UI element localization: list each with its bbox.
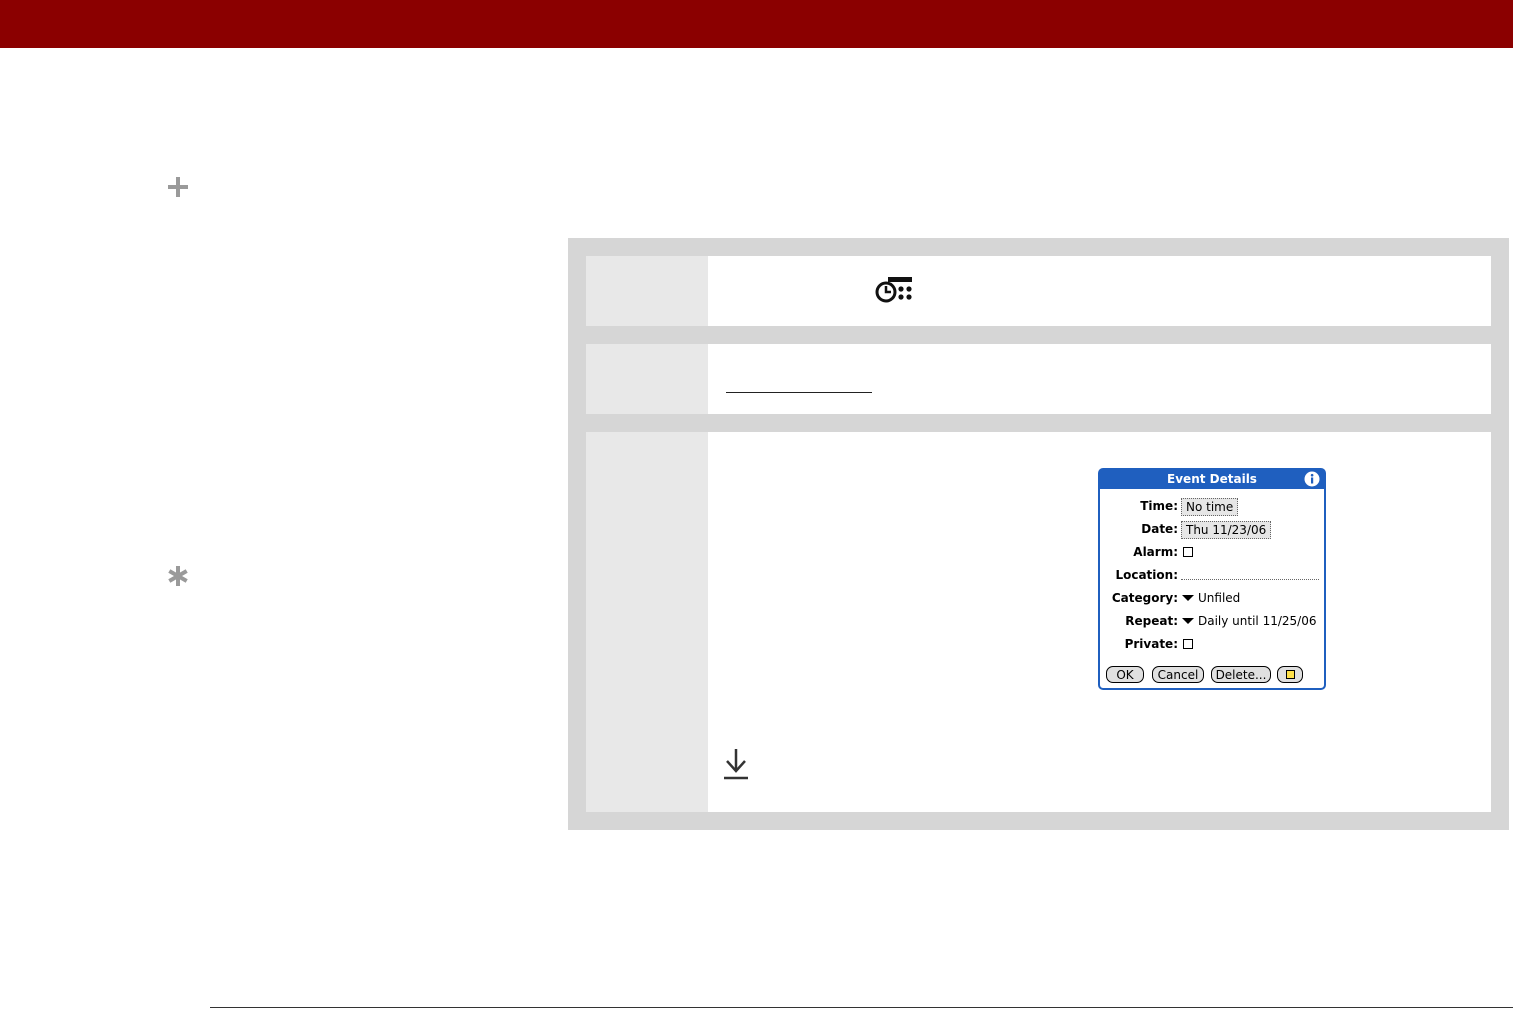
download-arrow-icon[interactable] [724, 747, 750, 781]
note-icon [1286, 670, 1295, 679]
location-input[interactable] [1181, 579, 1319, 580]
category-label: Category: [1111, 591, 1178, 605]
private-label: Private: [1124, 637, 1178, 651]
time-selector[interactable]: No time [1181, 498, 1239, 516]
cancel-button[interactable]: Cancel [1152, 666, 1204, 683]
event-details-dialog: Event Details Time: No time Date: Thu 11… [1098, 468, 1326, 690]
alarm-label: Alarm: [1133, 545, 1178, 559]
clock-application-icon[interactable] [875, 276, 915, 304]
category-value[interactable]: Unfiled [1198, 589, 1240, 607]
location-row: Location: [1100, 566, 1324, 584]
time-row: Time: No time [1100, 497, 1324, 516]
private-checkbox[interactable] [1183, 639, 1193, 649]
link-underline[interactable] [726, 392, 872, 393]
alarm-row: Alarm: [1100, 543, 1324, 561]
repeat-row: Repeat: Daily until 11/25/06 [1100, 612, 1324, 630]
step-number-cell [586, 256, 708, 326]
step-body [708, 344, 1491, 414]
steps-panel: Event Details Time: No time Date: Thu 11… [568, 238, 1509, 830]
step-row-2 [586, 344, 1491, 414]
asterisk-icon [168, 566, 188, 586]
step-number-cell [586, 432, 708, 812]
plus-icon [168, 177, 188, 197]
alarm-checkbox[interactable] [1183, 547, 1193, 557]
private-row: Private: [1100, 635, 1324, 653]
date-label: Date: [1141, 522, 1178, 536]
header-bar [0, 0, 1513, 48]
category-row: Category: Unfiled [1100, 589, 1324, 607]
info-icon[interactable] [1304, 471, 1320, 487]
repeat-label: Repeat: [1125, 614, 1178, 628]
ok-button[interactable]: OK [1106, 666, 1144, 683]
dropdown-triangle-icon[interactable] [1182, 618, 1194, 624]
step-number-cell [586, 344, 708, 414]
step-row-1 [586, 256, 1491, 326]
note-button[interactable] [1277, 666, 1303, 683]
step-body [708, 256, 1491, 326]
dropdown-triangle-icon[interactable] [1182, 595, 1194, 601]
footer-rule [210, 1007, 1513, 1008]
date-row: Date: Thu 11/23/06 [1100, 520, 1324, 539]
repeat-value[interactable]: Daily until 11/25/06 [1198, 612, 1316, 630]
step-row-3: Event Details Time: No time Date: Thu 11… [586, 432, 1491, 812]
step-body: Event Details Time: No time Date: Thu 11… [708, 432, 1491, 812]
time-label: Time: [1140, 499, 1178, 513]
location-label: Location: [1115, 568, 1178, 582]
date-selector[interactable]: Thu 11/23/06 [1181, 521, 1272, 539]
delete-button[interactable]: Delete... [1211, 666, 1271, 683]
dialog-title: Event Details [1100, 470, 1324, 489]
